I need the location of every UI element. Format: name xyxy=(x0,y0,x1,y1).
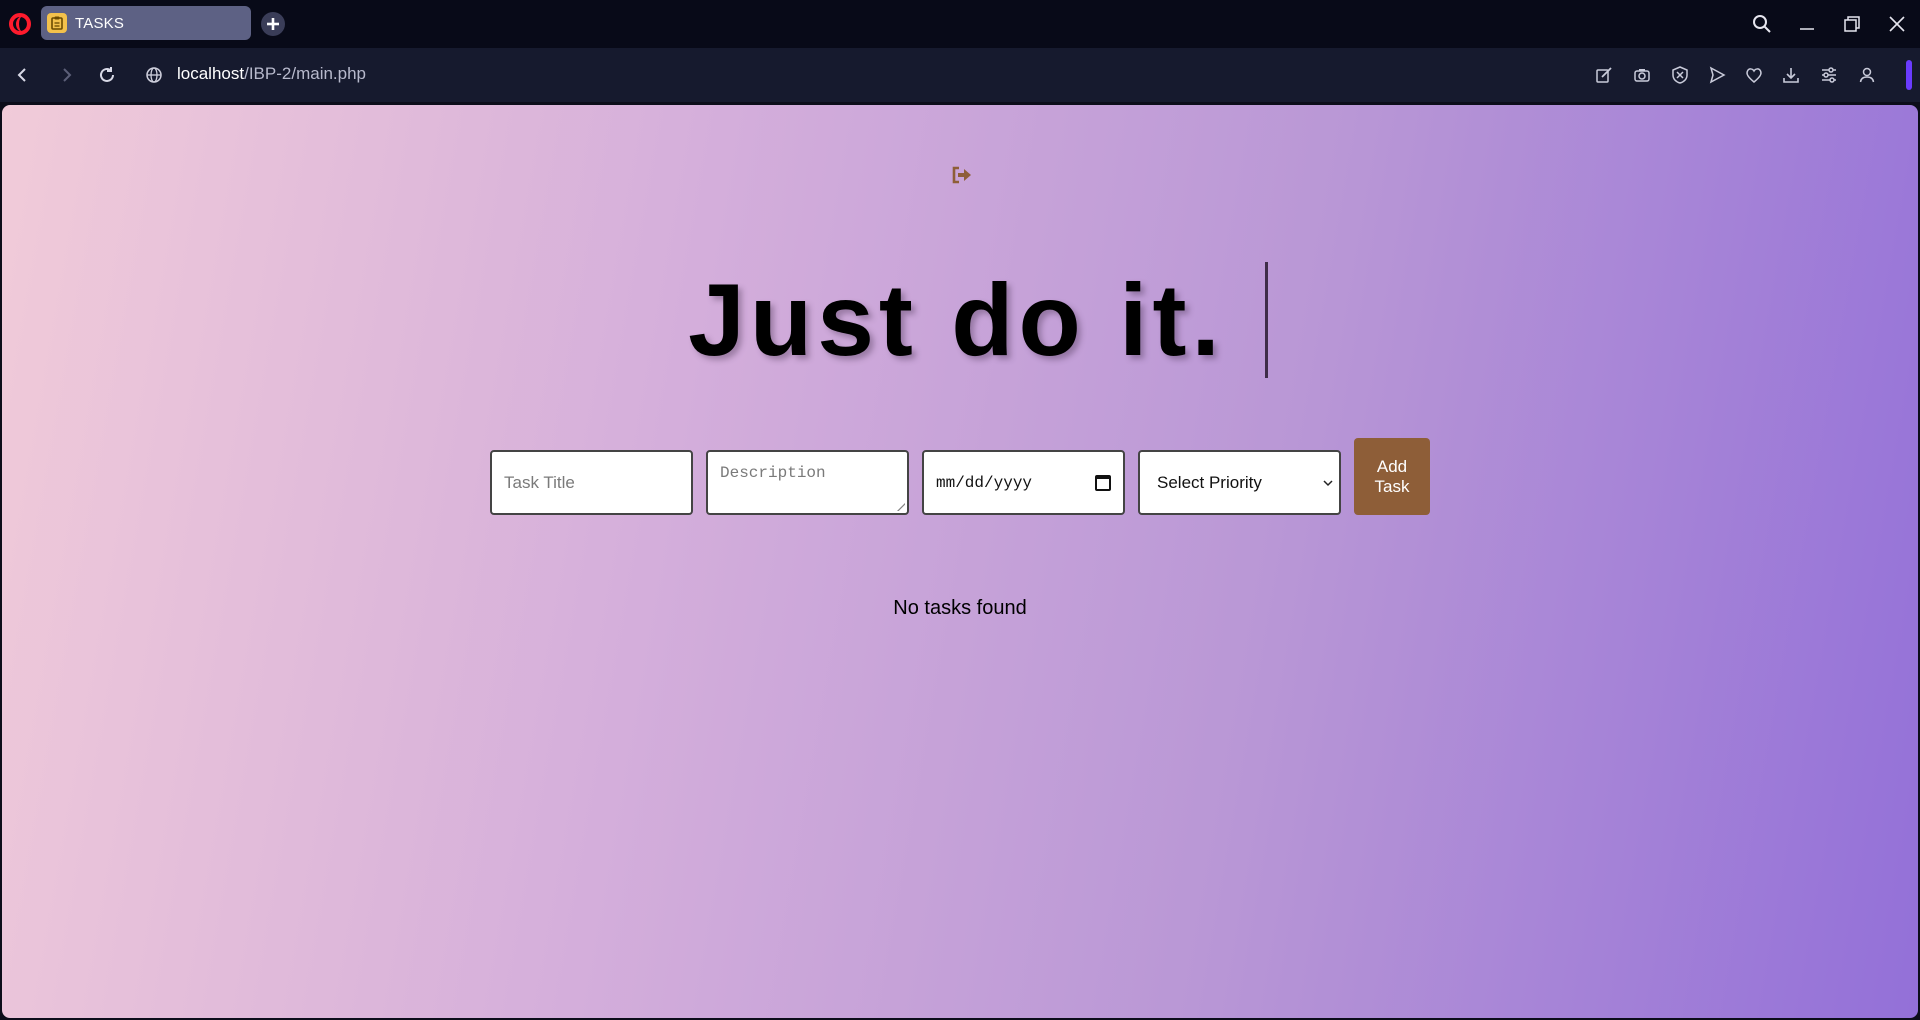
tab-strip: TASKS xyxy=(0,0,1920,48)
ad-blocker-button[interactable] xyxy=(1666,61,1694,89)
priority-selected-value: Select Priority xyxy=(1157,472,1262,492)
logout-icon[interactable] xyxy=(948,163,976,187)
browser-tab[interactable]: TASKS xyxy=(41,6,251,40)
send-button[interactable] xyxy=(1703,61,1731,89)
description-textarea[interactable]: Description xyxy=(706,450,909,515)
sliders-icon xyxy=(1822,67,1836,83)
add-task-label: Add Task xyxy=(1374,456,1410,496)
add-task-form: Task Title Description mm/dd/yyyy Select… xyxy=(2,438,1918,515)
typing-caret xyxy=(1264,262,1268,378)
snapshot-edit-button[interactable] xyxy=(1590,61,1618,89)
task-title-input[interactable]: Task Title xyxy=(490,450,693,515)
chevron-down-icon xyxy=(1323,476,1333,490)
chevron-right-icon xyxy=(63,68,72,82)
profile-button[interactable] xyxy=(1853,61,1881,89)
search-icon xyxy=(1753,15,1771,33)
headline: Just do it. xyxy=(2,255,1918,385)
edit-icon xyxy=(1596,67,1612,83)
plus-icon xyxy=(267,18,279,30)
add-task-button[interactable]: Add Task xyxy=(1354,438,1430,515)
favorites-button[interactable] xyxy=(1740,61,1768,89)
tab-title: TASKS xyxy=(75,14,125,32)
address-bar[interactable]: localhost/IBP-2/main.php xyxy=(177,64,366,84)
close-icon xyxy=(1889,16,1905,32)
date-placeholder: mm/dd/yyyy xyxy=(936,473,1033,492)
close-window-button[interactable] xyxy=(1881,8,1913,40)
heart-icon xyxy=(1746,68,1762,83)
camera-button[interactable] xyxy=(1628,61,1656,89)
empty-state-message: No tasks found xyxy=(893,597,1027,619)
opera-menu-icon[interactable] xyxy=(9,13,31,35)
search-tabs-button[interactable] xyxy=(1746,8,1778,40)
page-viewport: Just do it. Task Title Description mm/dd… xyxy=(2,105,1918,1018)
resize-handle[interactable] xyxy=(896,502,905,511)
headline-text: Just do it. xyxy=(688,262,1225,377)
restore-button[interactable] xyxy=(1836,8,1868,40)
minimize-icon xyxy=(1800,28,1814,30)
forward-button[interactable] xyxy=(52,60,82,90)
camera-icon xyxy=(1634,69,1650,82)
url-host: localhost xyxy=(177,64,245,83)
send-icon xyxy=(1709,66,1726,84)
clipboard-icon xyxy=(47,13,67,33)
chevron-left-icon xyxy=(17,68,26,82)
priority-select[interactable]: Select Priority xyxy=(1138,450,1341,515)
shield-icon xyxy=(1672,66,1688,84)
task-title-placeholder: Task Title xyxy=(504,472,575,492)
restore-icon xyxy=(1844,16,1860,32)
sidebar-toggle[interactable] xyxy=(1906,60,1912,90)
user-icon xyxy=(1859,67,1875,83)
reload-icon xyxy=(100,67,114,82)
downloads-button[interactable] xyxy=(1777,61,1805,89)
calendar-icon[interactable] xyxy=(1095,474,1111,491)
download-icon xyxy=(1783,68,1799,83)
due-date-input[interactable]: mm/dd/yyyy xyxy=(922,450,1125,515)
minimize-button[interactable] xyxy=(1791,8,1823,40)
description-placeholder: Description xyxy=(720,464,826,482)
easy-setup-button[interactable] xyxy=(1815,61,1843,89)
navigation-bar: localhost/IBP-2/main.php xyxy=(0,48,1920,102)
globe-icon[interactable] xyxy=(142,63,166,87)
reload-button[interactable] xyxy=(92,60,122,90)
back-button[interactable] xyxy=(7,60,37,90)
url-path: /IBP-2/main.php xyxy=(244,64,367,83)
new-tab-button[interactable] xyxy=(261,12,285,36)
